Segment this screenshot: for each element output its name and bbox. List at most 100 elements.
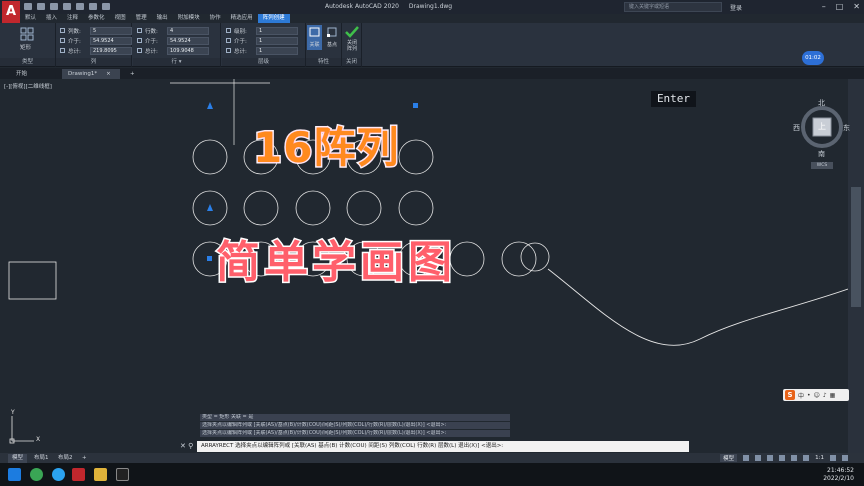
level-total-label: 总计: xyxy=(234,48,247,55)
column-total-field[interactable]: 219.8095 xyxy=(90,46,132,55)
browser-icon[interactable] xyxy=(30,468,43,481)
rows-panel-label[interactable]: 行 ▾ xyxy=(133,58,220,66)
ribbon-tab-8[interactable]: 协作 xyxy=(205,14,226,23)
tab-layout1[interactable]: 布局1 xyxy=(30,454,53,463)
ime-language[interactable]: 中 xyxy=(798,391,804,400)
system-clock[interactable]: 21:46:52 2022/2/10 xyxy=(823,467,854,483)
compass-north[interactable]: 北 xyxy=(818,98,825,108)
tab-close-icon[interactable]: × xyxy=(106,71,111,77)
level-spacing-icon xyxy=(226,38,231,43)
ime-keyboard-icon[interactable]: ▦ xyxy=(830,392,836,399)
windows-start-icon[interactable] xyxy=(8,468,21,481)
minimize-icon[interactable]: – xyxy=(822,2,826,11)
add-layout-button[interactable]: + xyxy=(78,454,91,463)
command-history-line: 选择夹点以编辑阵列或 [关联(AS)/基点(B)/计数(COU)/间距(S)/列… xyxy=(200,422,510,429)
columns-count-field[interactable]: 5 xyxy=(90,26,132,35)
gear-icon[interactable] xyxy=(830,455,836,461)
autocad-taskbar-icon[interactable] xyxy=(72,468,85,481)
vertical-scrollbar[interactable] xyxy=(848,79,864,454)
file-tabs: 开始 Drawing1* × + xyxy=(0,68,864,79)
open-file-icon[interactable] xyxy=(37,3,45,10)
file-explorer-icon[interactable] xyxy=(94,468,107,481)
new-file-icon[interactable] xyxy=(24,3,32,10)
rows-count-field[interactable]: 4 xyxy=(167,26,209,35)
command-line-input[interactable]: ARRAYRECT 选择夹点以编辑阵列或 [关联(AS) 基点(B) 计数(CO… xyxy=(197,441,689,452)
tab-start[interactable]: 开始 xyxy=(10,69,33,79)
autocad-logo-icon[interactable]: A xyxy=(2,1,20,23)
ribbon-tab-1[interactable]: 插入 xyxy=(41,14,62,23)
snap-icon[interactable] xyxy=(755,455,762,461)
rectangular-array-icon[interactable] xyxy=(20,27,34,41)
ime-toolbar[interactable]: S 中 • ☺ ♪ ▦ xyxy=(783,389,849,401)
grid-icon[interactable] xyxy=(743,455,750,461)
lineweight-icon[interactable] xyxy=(803,455,810,461)
ribbon-tab-2[interactable]: 注释 xyxy=(62,14,83,23)
ribbon-tab-4[interactable]: 视图 xyxy=(110,14,131,23)
ribbon-tab-5[interactable]: 管理 xyxy=(131,14,152,23)
type-button-label[interactable]: 矩形 xyxy=(20,43,31,51)
row-total-label: 总计: xyxy=(145,48,158,55)
close-panel: 关闭 阵列 关闭 xyxy=(342,23,362,67)
windows-taskbar: 21:46:52 2022/2/10 xyxy=(0,463,864,486)
levels-count-field[interactable]: 1 xyxy=(256,26,298,35)
save-as-icon[interactable] xyxy=(63,3,71,10)
ribbon-tab-6[interactable]: 输出 xyxy=(152,14,173,23)
wcs-menu[interactable]: WCS xyxy=(811,162,833,169)
print-icon[interactable] xyxy=(76,3,84,10)
osnap-icon[interactable] xyxy=(791,455,798,461)
properties-panel: 关联 基点 特性 xyxy=(306,23,342,67)
close-icon[interactable]: ✕ xyxy=(853,2,860,11)
polar-icon[interactable] xyxy=(779,455,786,461)
row-spacing-field[interactable]: 54.9524 xyxy=(167,36,209,45)
maximize-icon[interactable]: □ xyxy=(836,2,844,11)
tab-drawing1[interactable]: Drawing1* × xyxy=(62,69,120,79)
columns-icon xyxy=(60,28,65,33)
viewcube-top-face[interactable]: 上 xyxy=(818,121,826,132)
level-total-field[interactable]: 1 xyxy=(256,46,298,55)
type-panel-label: 类型 xyxy=(0,58,55,66)
search-input[interactable]: 键入关键字或短语 xyxy=(624,2,722,12)
ribbon-tab-0[interactable]: 默认 xyxy=(20,14,41,23)
ribbon-tab-7[interactable]: 附加模块 xyxy=(173,14,205,23)
tab-layout2[interactable]: 布局2 xyxy=(54,454,77,463)
ucs-y-label: Y xyxy=(11,409,15,416)
redo-icon[interactable] xyxy=(102,3,110,10)
ortho-icon[interactable] xyxy=(767,455,774,461)
login-button[interactable]: 登录 xyxy=(730,3,742,12)
ribbon-tab-3[interactable]: 参数化 xyxy=(83,14,110,23)
column-spacing-field[interactable]: 54.9524 xyxy=(90,36,132,45)
row-total-field[interactable]: 109.9048 xyxy=(167,46,209,55)
close-array-button[interactable]: 关闭 阵列 xyxy=(343,25,361,53)
model-space-button[interactable]: 模型 xyxy=(720,454,738,462)
ribbon-tab-9[interactable]: 精选应用 xyxy=(226,14,258,23)
close-array-label: 关闭 阵列 xyxy=(343,40,361,52)
app-icon[interactable] xyxy=(52,468,65,481)
properties-panel-label: 特性 xyxy=(306,58,341,66)
tab-model[interactable]: 模型 xyxy=(8,454,28,463)
compass-east[interactable]: 东 xyxy=(843,123,850,133)
save-icon[interactable] xyxy=(50,3,58,10)
overlay-title-line1: 16阵列 xyxy=(251,122,400,174)
new-tab-button[interactable]: + xyxy=(124,69,141,79)
command-close-icon[interactable]: ✕ ⚲ xyxy=(180,442,193,450)
levels-count-label: 级别: xyxy=(234,28,247,35)
title-bar: A Autodesk AutoCAD 2020 Drawing1.dwg 键入关… xyxy=(0,0,864,23)
viewcube[interactable]: 北 南 西 东 上 WCS xyxy=(793,98,850,170)
compass-south[interactable]: 南 xyxy=(818,149,825,159)
annotation-scale[interactable]: 1:1 xyxy=(815,455,824,461)
status-bar: 模型 1:1 xyxy=(720,454,848,462)
customize-icon[interactable] xyxy=(842,455,848,461)
level-spacing-field[interactable]: 1 xyxy=(256,36,298,45)
ime-voice-icon[interactable]: ♪ xyxy=(823,392,827,399)
compass-west[interactable]: 西 xyxy=(793,123,800,133)
ime-punctuation-icon[interactable]: • xyxy=(807,392,811,399)
scrollbar-thumb[interactable] xyxy=(851,187,861,307)
base-point-button[interactable]: 基点 xyxy=(324,25,340,50)
ribbon-tab-10[interactable]: 阵列创建 xyxy=(257,14,290,23)
video-editor-icon[interactable] xyxy=(116,468,129,481)
associative-button[interactable]: 关联 xyxy=(307,25,322,50)
sogou-icon[interactable]: S xyxy=(785,390,795,400)
undo-icon[interactable] xyxy=(89,3,97,10)
associative-icon xyxy=(309,27,320,37)
ime-emoji-icon[interactable]: ☺ xyxy=(814,392,820,399)
